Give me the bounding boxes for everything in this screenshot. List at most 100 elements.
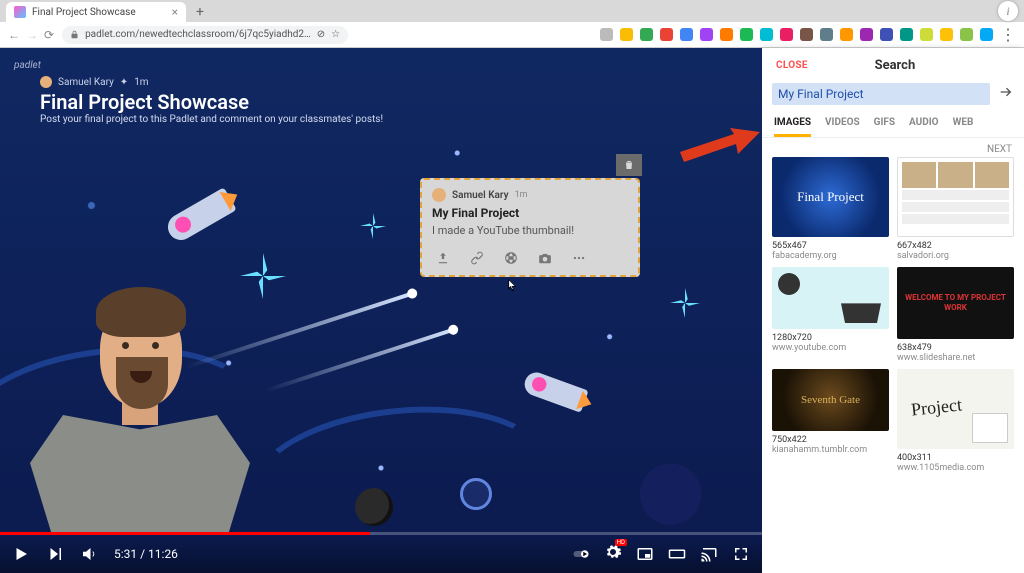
settings-button[interactable]: HD — [604, 543, 622, 565]
result-thumbnail[interactable]: 667x482 salvadori.org — [897, 157, 1014, 261]
post-title[interactable]: My Final Project — [422, 206, 638, 220]
upload-icon[interactable] — [436, 251, 450, 265]
planet-icon — [460, 478, 492, 510]
result-thumbnail[interactable]: 400x311 www.1105media.com — [897, 369, 1014, 473]
post-body[interactable]: I made a YouTube thumbnail! — [422, 220, 638, 245]
extension-icon[interactable] — [740, 28, 753, 41]
tab-close-icon[interactable]: × — [172, 6, 178, 18]
extension-icon[interactable] — [820, 28, 833, 41]
camera-icon[interactable] — [538, 251, 552, 265]
forward-button[interactable]: → — [26, 28, 38, 42]
extension-icon[interactable] — [640, 28, 653, 41]
url-text: padlet.com/newedtechclassroom/6j7qc5yiad… — [85, 29, 311, 40]
close-search-button[interactable]: CLOSE — [776, 60, 808, 71]
video-frame: padlet Samuel Kary ✦ 1m Final Project Sh… — [0, 48, 762, 573]
volume-icon[interactable] — [80, 545, 98, 563]
result-source: fabacademy.org — [772, 251, 889, 261]
hd-badge: HD — [615, 539, 627, 546]
tab-videos[interactable]: VIDEOS — [825, 117, 860, 137]
post-author-avatar — [432, 188, 446, 202]
padlet-logo[interactable]: padlet — [14, 60, 41, 71]
back-button[interactable]: ← — [8, 28, 20, 42]
extension-icon[interactable] — [920, 28, 933, 41]
tab-audio[interactable]: AUDIO — [909, 117, 939, 137]
theater-mode-icon[interactable] — [668, 545, 686, 563]
tab-web[interactable]: WEB — [953, 117, 974, 137]
miniplayer-icon[interactable] — [636, 545, 654, 563]
post-compose-card[interactable]: Samuel Kary 1m My Final Project I made a… — [420, 178, 640, 277]
extension-icon[interactable] — [900, 28, 913, 41]
extension-icon[interactable] — [600, 28, 613, 41]
next-video-icon[interactable] — [46, 545, 64, 563]
info-badge-icon[interactable]: i — [998, 1, 1018, 21]
address-bar[interactable]: padlet.com/newedtechclassroom/6j7qc5yiad… — [62, 26, 348, 44]
extension-icon[interactable] — [880, 28, 893, 41]
board-subtitle: Post your final project to this Padlet a… — [40, 114, 383, 125]
extension-icon[interactable] — [980, 28, 993, 41]
search-panel-title: Search — [808, 58, 982, 73]
mouse-cursor-icon — [508, 278, 518, 292]
result-source: www.1105media.com — [897, 463, 1014, 473]
result-dimensions: 750x422 — [772, 435, 889, 445]
post-author: Samuel Kary — [452, 190, 509, 201]
submit-search-button[interactable] — [990, 84, 1014, 104]
omnibox-action-icon[interactable]: ⊘ — [317, 29, 325, 40]
delete-post-button[interactable] — [616, 154, 642, 176]
extension-icon[interactable] — [940, 28, 953, 41]
search-panel: CLOSE Search IMAGES VIDEOS GIFS AUDIO WE… — [762, 48, 1024, 573]
extension-icon[interactable] — [700, 28, 713, 41]
play-button-icon[interactable] — [12, 545, 30, 563]
image-results-grid: 565x467 fabacademy.org 667x482 salvadori… — [762, 157, 1024, 573]
chrome-menu-icon[interactable]: ⋮ — [1000, 25, 1016, 44]
annotation-arrow-icon — [680, 128, 760, 164]
extension-icon[interactable] — [960, 28, 973, 41]
thumbnail-image — [897, 369, 1014, 449]
search-input[interactable] — [772, 83, 990, 105]
browser-tab[interactable]: Final Project Showcase × — [6, 2, 186, 22]
result-thumbnail[interactable]: 565x467 fabacademy.org — [772, 157, 889, 261]
extension-icon[interactable] — [840, 28, 853, 41]
browser-toolbar: ← → ⟳ padlet.com/newedtechclassroom/6j7q… — [0, 22, 1024, 48]
thumbnail-image: Seventh Gate — [772, 369, 889, 431]
extension-icon[interactable] — [860, 28, 873, 41]
link-icon[interactable] — [470, 251, 484, 265]
post-age: 1m — [134, 77, 148, 88]
video-timecode: 5:31 / 11:26 — [114, 547, 178, 561]
bookmark-star-icon[interactable]: ☆ — [331, 29, 340, 40]
tab-images[interactable]: IMAGES — [774, 117, 811, 137]
new-tab-button[interactable]: + — [190, 2, 210, 22]
post-time: 1m — [515, 190, 528, 200]
board-header: Samuel Kary ✦ 1m Final Project Showcase … — [40, 76, 383, 125]
result-thumbnail[interactable]: Seventh Gate 750x422 kianahamm.tumblr.co… — [772, 369, 889, 473]
trash-icon — [623, 159, 635, 171]
result-dimensions: 565x467 — [772, 241, 889, 251]
extension-icon[interactable] — [620, 28, 633, 41]
tab-gifs[interactable]: GIFS — [874, 117, 895, 137]
extensions-row: ⋮ — [600, 25, 1016, 44]
search-type-tabs: IMAGES VIDEOS GIFS AUDIO WEB — [762, 109, 1024, 138]
result-dimensions: 638x479 — [897, 343, 1014, 353]
arrow-right-icon — [998, 84, 1014, 100]
result-source: salvadori.org — [897, 251, 1014, 261]
more-options-icon[interactable] — [572, 251, 586, 265]
result-thumbnail[interactable]: WELCOME TO MY PROJECT WORK 638x479 www.s… — [897, 267, 1014, 363]
reload-button[interactable]: ⟳ — [44, 28, 54, 42]
tab-favicon — [14, 6, 26, 18]
web-search-icon[interactable] — [504, 251, 518, 265]
browser-tab-strip: Final Project Showcase × + i — [0, 0, 1024, 22]
fullscreen-icon[interactable] — [732, 545, 750, 563]
extension-icon[interactable] — [780, 28, 793, 41]
extension-icon[interactable] — [760, 28, 773, 41]
presenter-figure — [30, 275, 250, 535]
autoplay-toggle-icon[interactable] — [572, 545, 590, 563]
extension-icon[interactable] — [720, 28, 733, 41]
extension-icon[interactable] — [660, 28, 673, 41]
next-results-button[interactable]: NEXT — [762, 138, 1024, 157]
tab-title: Final Project Showcase — [32, 7, 136, 18]
bullet-sep: ✦ — [120, 77, 128, 88]
result-source: www.youtube.com — [772, 343, 889, 353]
cast-icon[interactable] — [700, 545, 718, 563]
result-thumbnail[interactable]: 1280x720 www.youtube.com — [772, 267, 889, 363]
extension-icon[interactable] — [800, 28, 813, 41]
extension-icon[interactable] — [680, 28, 693, 41]
